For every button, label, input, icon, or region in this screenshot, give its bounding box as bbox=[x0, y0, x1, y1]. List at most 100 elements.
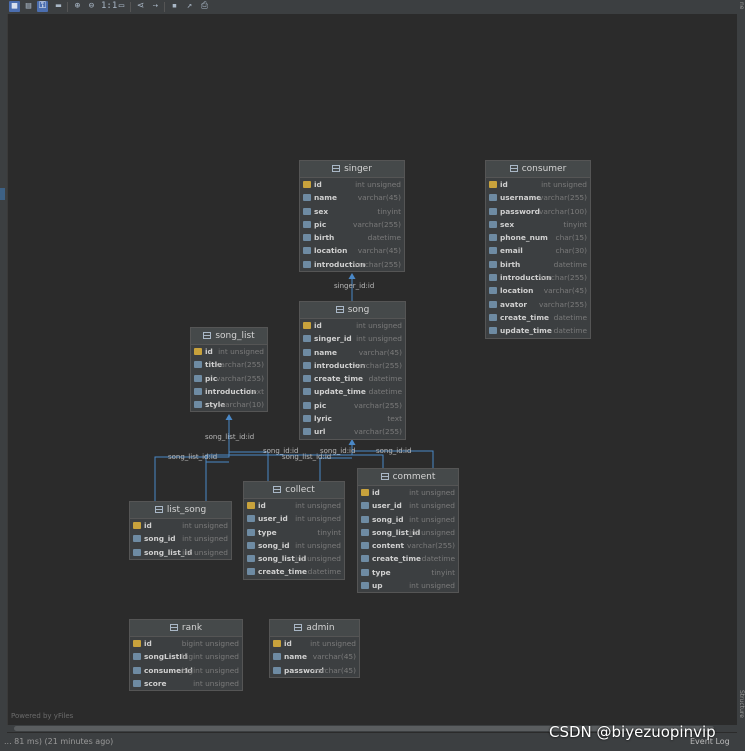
edge-label: song_list_id:id bbox=[168, 453, 218, 461]
column-row[interactable]: location varchar(45) bbox=[486, 284, 590, 297]
column-row[interactable]: introduction varchar(255) bbox=[486, 271, 590, 284]
column-row[interactable]: name varchar(45) bbox=[270, 650, 359, 663]
column-row[interactable]: create_time datetime bbox=[358, 552, 458, 565]
column-type: varchar(255) bbox=[354, 427, 402, 437]
table-header[interactable]: song_list bbox=[191, 328, 267, 345]
column-type: varchar(45) bbox=[543, 286, 587, 296]
table-consumer[interactable]: consumer id int unsigned username varchar(25… bbox=[485, 160, 591, 339]
table-rank[interactable]: rank id bigint unsigned songListId bigint un… bbox=[129, 619, 243, 692]
table-collect[interactable]: collect id int unsigned user_id int unsigned… bbox=[243, 481, 345, 580]
column-row[interactable]: id int unsigned bbox=[486, 178, 590, 191]
column-row[interactable]: type tinyint bbox=[244, 526, 344, 539]
column-icon bbox=[489, 274, 497, 282]
column-row[interactable]: id int unsigned bbox=[130, 519, 231, 532]
column-row[interactable]: lyric text bbox=[300, 412, 405, 425]
column-row[interactable]: update_time datetime bbox=[486, 324, 590, 337]
column-row[interactable]: location varchar(45) bbox=[300, 244, 404, 257]
column-type: datetime bbox=[553, 312, 587, 322]
column-name: url bbox=[314, 427, 326, 437]
column-row[interactable]: singer_id int unsigned bbox=[300, 332, 405, 345]
column-row[interactable]: create_time datetime bbox=[486, 311, 590, 324]
column-row[interactable]: username varchar(255) bbox=[486, 191, 590, 204]
column-row[interactable]: birth datetime bbox=[486, 258, 590, 271]
column-row[interactable]: email char(30) bbox=[486, 244, 590, 257]
table-admin[interactable]: admin id int unsigned name varchar(45) passwo… bbox=[269, 619, 360, 678]
column-row[interactable]: song_id int unsigned bbox=[130, 532, 231, 545]
column-row[interactable]: id int unsigned bbox=[270, 637, 359, 650]
column-row[interactable]: phone_num char(15) bbox=[486, 231, 590, 244]
column-icon bbox=[303, 428, 311, 436]
column-row[interactable]: id int unsigned bbox=[244, 499, 344, 512]
column-row[interactable]: title varchar(255) bbox=[191, 358, 267, 371]
column-row[interactable]: song_list_id int unsigned bbox=[244, 552, 344, 565]
column-row[interactable]: consumerId bigint unsigned bbox=[130, 664, 242, 677]
column-type: datetime bbox=[307, 567, 341, 577]
column-icon bbox=[303, 260, 311, 268]
column-row[interactable]: content varchar(255) bbox=[358, 539, 458, 552]
column-name: user_id bbox=[258, 514, 288, 524]
table-header[interactable]: list_song bbox=[130, 502, 231, 519]
column-row[interactable]: user_id int unsigned bbox=[358, 499, 458, 512]
column-row[interactable]: user_id int unsigned bbox=[244, 512, 344, 525]
column-row[interactable]: id int unsigned bbox=[358, 486, 458, 499]
table-song[interactable]: song id int unsigned singer_id int unsigned n… bbox=[299, 301, 406, 440]
column-row[interactable]: introduction varchar(255) bbox=[300, 258, 404, 271]
table-header[interactable]: consumer bbox=[486, 161, 590, 178]
column-row[interactable]: name varchar(45) bbox=[300, 346, 405, 359]
column-name: avator bbox=[500, 299, 528, 309]
column-row[interactable]: up int unsigned bbox=[358, 579, 458, 592]
column-row[interactable]: song_id int unsigned bbox=[358, 513, 458, 526]
column-row[interactable]: song_id int unsigned bbox=[244, 539, 344, 552]
column-icon bbox=[489, 313, 497, 321]
column-row[interactable]: id int unsigned bbox=[300, 178, 404, 191]
column-icon bbox=[133, 535, 141, 543]
column-row[interactable]: create_time datetime bbox=[244, 565, 344, 578]
column-row[interactable]: url varchar(255) bbox=[300, 425, 405, 438]
column-row[interactable]: password varchar(45) bbox=[270, 664, 359, 677]
column-icon bbox=[489, 234, 497, 242]
table-header[interactable]: collect bbox=[244, 482, 344, 499]
column-row[interactable]: pic varchar(255) bbox=[191, 372, 267, 385]
column-row[interactable]: sex tinyint bbox=[300, 205, 404, 218]
table-header[interactable]: admin bbox=[270, 620, 359, 637]
column-row[interactable]: pic varchar(255) bbox=[300, 399, 405, 412]
column-row[interactable]: score int unsigned bbox=[130, 677, 242, 690]
column-row[interactable]: song_list_id int unsigned bbox=[130, 546, 231, 559]
column-row[interactable]: update_time datetime bbox=[300, 385, 405, 398]
column-row[interactable]: birth datetime bbox=[300, 231, 404, 244]
column-row[interactable]: password varchar(100) bbox=[486, 205, 590, 218]
table-song_list[interactable]: song_list id int unsigned title varchar(255)… bbox=[190, 327, 268, 413]
table-header[interactable]: song bbox=[300, 302, 405, 319]
column-name: pic bbox=[314, 219, 327, 229]
column-row[interactable]: type tinyint bbox=[358, 566, 458, 579]
table-singer[interactable]: singer id int unsigned name varchar(45) sex ti… bbox=[299, 160, 405, 273]
column-row[interactable]: id bigint unsigned bbox=[130, 637, 242, 650]
column-row[interactable]: name varchar(45) bbox=[300, 191, 404, 204]
column-type: int unsigned bbox=[295, 514, 341, 524]
table-header[interactable]: comment bbox=[358, 469, 458, 486]
column-row[interactable]: introduction text bbox=[191, 385, 267, 398]
table-header[interactable]: singer bbox=[300, 161, 404, 178]
column-name: song_id bbox=[258, 540, 290, 550]
table-comment[interactable]: comment id int unsigned user_id int unsigned… bbox=[357, 468, 459, 594]
column-row[interactable]: avator varchar(255) bbox=[486, 298, 590, 311]
primary-key-icon bbox=[133, 640, 141, 647]
table-icon bbox=[154, 506, 163, 513]
column-icon bbox=[489, 194, 497, 202]
column-row[interactable]: introduction varchar(255) bbox=[300, 359, 405, 372]
column-row[interactable]: pic varchar(255) bbox=[300, 218, 404, 231]
column-row[interactable]: id int unsigned bbox=[191, 345, 267, 358]
column-row[interactable]: songListId bigint unsigned bbox=[130, 650, 242, 663]
table-list_song[interactable]: list_song id int unsigned song_id int unsign… bbox=[129, 501, 232, 560]
column-row[interactable]: sex tinyint bbox=[486, 218, 590, 231]
column-row[interactable]: create_time datetime bbox=[300, 372, 405, 385]
column-icon bbox=[273, 666, 281, 674]
column-row[interactable]: id int unsigned bbox=[300, 319, 405, 332]
column-row[interactable]: song_list_id int unsigned bbox=[358, 526, 458, 539]
column-row[interactable]: style varchar(10) bbox=[191, 398, 267, 411]
column-type: int unsigned bbox=[182, 547, 228, 557]
column-type: datetime bbox=[553, 259, 587, 269]
column-type: int unsigned bbox=[295, 501, 341, 510]
column-type: varchar(255) bbox=[539, 273, 587, 283]
table-header[interactable]: rank bbox=[130, 620, 242, 637]
